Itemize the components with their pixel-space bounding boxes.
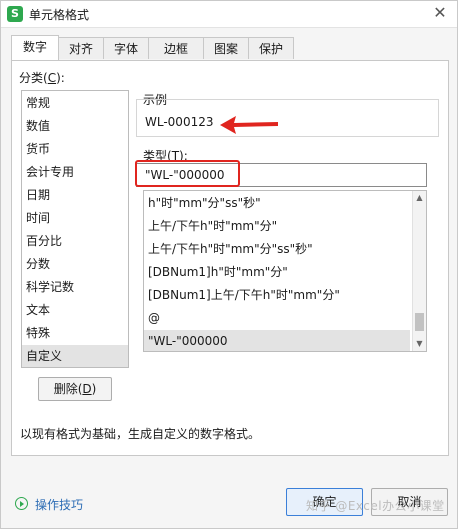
scrollbar-thumb[interactable] (415, 313, 424, 331)
format-item-selected[interactable]: "WL-"000000 (144, 330, 410, 351)
watermark: 知乎 @Excel办公小课堂 (306, 499, 445, 513)
format-description: 以现有格式为基础，生成自定义的数字格式。 (20, 427, 261, 441)
category-item-special[interactable]: 特殊 (22, 322, 128, 344)
tab-font[interactable]: 字体 (103, 37, 149, 59)
category-item-scientific[interactable]: 科学记数 (22, 276, 128, 298)
category-item-currency[interactable]: 货币 (22, 138, 128, 160)
tab-border[interactable]: 边框 (148, 37, 204, 59)
close-icon[interactable]: ✕ (431, 4, 449, 22)
sample-box: WL-000123 (136, 99, 439, 137)
scroll-down-icon[interactable]: ▼ (413, 337, 426, 351)
sample-value: WL-000123 (145, 115, 214, 129)
category-item-fraction[interactable]: 分数 (22, 253, 128, 275)
dialog-title: 单元格格式 (29, 8, 90, 22)
help-tips-label[interactable]: 操作技巧 (35, 496, 83, 513)
format-item[interactable]: [DBNum1]h"时"mm"分" (144, 261, 410, 284)
category-item-date[interactable]: 日期 (22, 184, 128, 206)
category-list[interactable]: 常规 数值 货币 会计专用 日期 时间 百分比 分数 科学记数 文本 特殊 自定… (21, 90, 129, 368)
format-item[interactable]: 上午/下午h"时"mm"分" (144, 215, 410, 238)
category-item-accounting[interactable]: 会计专用 (22, 161, 128, 183)
format-item[interactable]: 上午/下午h"时"mm"分"ss"秒" (144, 238, 410, 261)
red-arrow-annotation (220, 116, 278, 134)
tab-pattern[interactable]: 图案 (203, 37, 249, 59)
format-list-scrollbar[interactable]: ▲ ▼ (412, 191, 426, 351)
format-item[interactable]: h"时"mm"分"ss"秒" (144, 192, 410, 215)
format-item[interactable]: [DBNum1]上午/下午h"时"mm"分" (144, 284, 410, 307)
tab-number[interactable]: 数字 (11, 35, 59, 60)
title-bar: S 单元格格式 ✕ (1, 1, 457, 28)
tab-alignment[interactable]: 对齐 (58, 37, 104, 59)
category-item-time[interactable]: 时间 (22, 207, 128, 229)
red-highlight-box (135, 160, 240, 187)
format-cells-dialog: S 单元格格式 ✕ 数字 对齐 字体 边框 图案 保护 分类(C): 常规 数值… (0, 0, 458, 529)
format-code-list[interactable]: h"时"mm"分"ss"秒" 上午/下午h"时"mm"分" 上午/下午h"时"m… (143, 190, 427, 352)
category-item-number[interactable]: 数值 (22, 115, 128, 137)
tab-protection[interactable]: 保护 (248, 37, 294, 59)
delete-button[interactable]: 删除(D) (38, 377, 112, 401)
format-item[interactable]: @ (144, 307, 410, 330)
wps-spreadsheet-icon: S (7, 6, 23, 22)
number-tab-panel: 分类(C): 常规 数值 货币 会计专用 日期 时间 百分比 分数 科学记数 文… (11, 60, 449, 456)
play-circle-icon (15, 497, 28, 510)
category-label: 分类(C): (19, 71, 65, 85)
category-item-percentage[interactable]: 百分比 (22, 230, 128, 252)
category-item-general[interactable]: 常规 (22, 92, 128, 114)
scroll-up-icon[interactable]: ▲ (413, 191, 426, 205)
category-item-text[interactable]: 文本 (22, 299, 128, 321)
category-item-custom[interactable]: 自定义 (22, 345, 128, 367)
